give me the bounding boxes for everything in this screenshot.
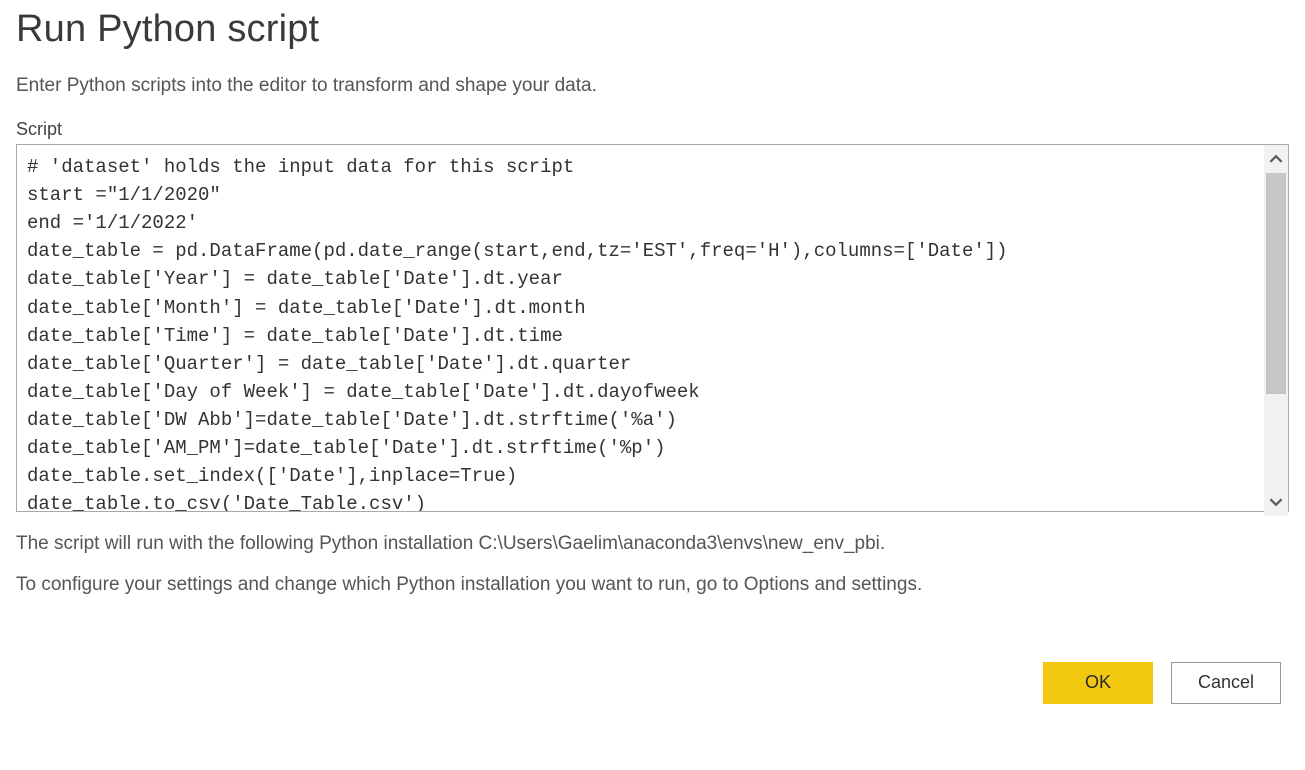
cancel-button[interactable]: Cancel bbox=[1171, 662, 1281, 704]
dialog-title: Run Python script bbox=[16, 8, 1289, 51]
script-editor-wrapper bbox=[16, 144, 1289, 517]
dialog-buttons: OK Cancel bbox=[16, 662, 1289, 704]
script-editor[interactable] bbox=[16, 144, 1289, 512]
ok-button[interactable]: OK bbox=[1043, 662, 1153, 704]
installation-info: The script will run with the following P… bbox=[16, 529, 1289, 558]
dialog-subtitle: Enter Python scripts into the editor to … bbox=[16, 75, 1289, 97]
script-label: Script bbox=[16, 119, 1289, 140]
configuration-info: To configure your settings and change wh… bbox=[16, 570, 1289, 599]
